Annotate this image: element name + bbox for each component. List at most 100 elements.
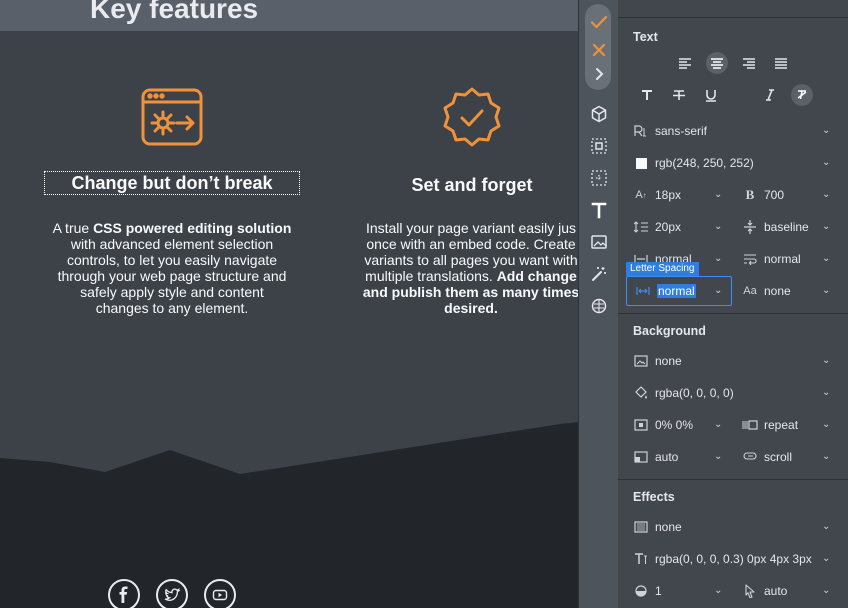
background-repeat-value: repeat xyxy=(764,418,799,432)
font-family-select[interactable]: sans-serif xyxy=(633,121,833,141)
image-icon xyxy=(633,353,649,369)
chevron-down-icon[interactable]: ⌄ xyxy=(714,452,724,462)
opacity-select[interactable]: 1 xyxy=(633,581,723,601)
white-space-select[interactable]: normal xyxy=(742,249,822,269)
page-canvas: Key features Change but don’t break A tr… xyxy=(0,0,600,608)
align-justify-icon[interactable] xyxy=(770,52,792,74)
text-shadow-icon xyxy=(633,551,649,567)
paint-bucket-icon xyxy=(633,385,649,401)
letter-spacing-icon xyxy=(635,283,651,299)
editor-viewport: Key features Change but don’t break A tr… xyxy=(0,0,848,608)
align-right-icon[interactable] xyxy=(738,52,760,74)
feature-title-set[interactable]: Set and forget xyxy=(386,174,558,196)
vertical-align-select[interactable]: baseline xyxy=(742,217,822,237)
align-left-icon[interactable] xyxy=(674,52,696,74)
line-height-select[interactable]: 20px xyxy=(633,217,723,237)
chevron-down-icon[interactable]: ⌄ xyxy=(714,420,724,430)
browser-settings-icon xyxy=(141,88,203,146)
select-element-icon[interactable] xyxy=(587,134,611,158)
chevron-down-icon[interactable]: ⌄ xyxy=(822,356,832,366)
facebook-icon[interactable] xyxy=(108,579,140,608)
chevron-down-icon[interactable]: ⌄ xyxy=(714,286,724,296)
cube-icon[interactable] xyxy=(587,102,611,126)
background-position-value: 0% 0% xyxy=(655,418,694,432)
text-transform-icon: Aa xyxy=(743,285,757,297)
chevron-down-icon[interactable]: ⌄ xyxy=(822,158,832,168)
twitter-icon[interactable] xyxy=(156,579,188,608)
color-swatch[interactable] xyxy=(636,157,647,169)
background-section-title: Background xyxy=(633,324,706,338)
background-repeat-select[interactable]: repeat xyxy=(742,415,822,435)
chevron-down-icon[interactable]: ⌄ xyxy=(714,254,724,264)
font-size-select[interactable]: A ↑ 18px xyxy=(633,185,723,205)
letter-spacing-field[interactable]: normal ⌄ xyxy=(626,276,732,306)
chevron-down-icon[interactable]: ⌄ xyxy=(714,190,724,200)
chevron-down-icon[interactable]: ⌄ xyxy=(822,554,832,564)
background-size-select[interactable]: auto xyxy=(633,447,723,467)
text-icon[interactable] xyxy=(587,198,611,222)
text-color-select[interactable]: rgb(248, 250, 252) xyxy=(633,153,833,173)
opacity-icon xyxy=(633,583,649,599)
line-height-icon xyxy=(633,219,649,235)
chevron-down-icon[interactable]: ⌄ xyxy=(822,190,832,200)
bold-icon[interactable] xyxy=(636,84,658,106)
magic-wand-icon[interactable] xyxy=(587,262,611,286)
chevron-down-icon[interactable]: ⌄ xyxy=(822,254,832,264)
feature-text-set[interactable]: Install your page variant easily jus once… xyxy=(342,220,600,316)
font-family-icon xyxy=(633,123,649,139)
section-divider xyxy=(618,313,848,314)
underline-icon[interactable] xyxy=(700,84,722,106)
chevron-down-icon[interactable]: ⌄ xyxy=(822,388,832,398)
text-transform-value: none xyxy=(764,284,791,298)
text-color-value: rgb(248, 250, 252) xyxy=(655,156,754,170)
chevron-down-icon[interactable]: ⌄ xyxy=(822,420,832,430)
background-color-select[interactable]: rgba(0, 0, 0, 0) xyxy=(633,383,833,403)
background-attachment-value: scroll xyxy=(764,450,793,464)
wrap-text-icon xyxy=(742,251,758,267)
background-size-value: auto xyxy=(655,450,679,464)
font-weight-value: 700 xyxy=(764,188,785,202)
chevron-down-icon[interactable]: ⌄ xyxy=(822,126,832,136)
image-icon[interactable] xyxy=(587,230,611,254)
background-position-select[interactable]: 0% 0% xyxy=(633,415,723,435)
attachment-icon xyxy=(742,449,758,465)
text-shadow-select[interactable]: rgba(0, 0, 0, 0.3) 0px 4px 3px xyxy=(633,549,833,569)
strikethrough-icon[interactable] xyxy=(668,84,690,106)
chevron-down-icon[interactable]: ⌄ xyxy=(822,286,832,296)
badge-check-icon xyxy=(443,87,501,147)
background-attachment-select[interactable]: scroll xyxy=(742,447,822,467)
filter-select[interactable]: none xyxy=(633,517,833,537)
section-divider xyxy=(618,479,848,480)
cursor-select[interactable]: auto xyxy=(742,581,822,601)
chevron-down-icon[interactable]: ⌄ xyxy=(822,222,832,232)
background-image-select[interactable]: none xyxy=(633,351,833,371)
chevron-right-icon[interactable] xyxy=(587,62,611,86)
chevron-down-icon[interactable]: ⌄ xyxy=(822,586,832,596)
close-icon[interactable] xyxy=(587,38,611,62)
chevron-down-icon[interactable]: ⌄ xyxy=(822,522,832,532)
letter-spacing-tooltip: Letter Spacing xyxy=(626,262,699,276)
font-weight-select[interactable]: B 700 xyxy=(742,185,822,205)
letter-spacing-select[interactable]: normal xyxy=(635,281,725,301)
chevron-down-icon[interactable]: ⌄ xyxy=(714,222,724,232)
align-center-icon[interactable] xyxy=(706,52,728,74)
text-transform-select[interactable]: Aa none xyxy=(742,281,822,301)
size-icon xyxy=(633,449,649,465)
feature-title-change[interactable]: Change but don’t break xyxy=(44,171,300,195)
chevron-down-icon[interactable]: ⌄ xyxy=(822,452,832,462)
feature-text-change[interactable]: A true CSS powered editing solution with… xyxy=(52,220,292,316)
cursor-icon xyxy=(742,583,758,599)
letter-spacing-value[interactable]: normal xyxy=(657,284,696,298)
white-space-value: normal xyxy=(764,252,801,266)
check-icon[interactable] xyxy=(587,10,611,34)
clear-format-icon[interactable] xyxy=(791,84,813,106)
youtube-icon[interactable] xyxy=(204,579,236,608)
select-dashed-icon[interactable] xyxy=(587,166,611,190)
effects-section-title: Effects xyxy=(633,490,675,504)
style-properties-panel: Text sans-serif ⌄ rgb(248, 250, 252) ⌄ A… xyxy=(618,0,848,608)
filter-icon xyxy=(633,519,649,535)
layers-icon[interactable] xyxy=(587,294,611,318)
italic-icon[interactable] xyxy=(759,84,781,106)
position-icon xyxy=(633,417,649,433)
chevron-down-icon[interactable]: ⌄ xyxy=(714,586,724,596)
